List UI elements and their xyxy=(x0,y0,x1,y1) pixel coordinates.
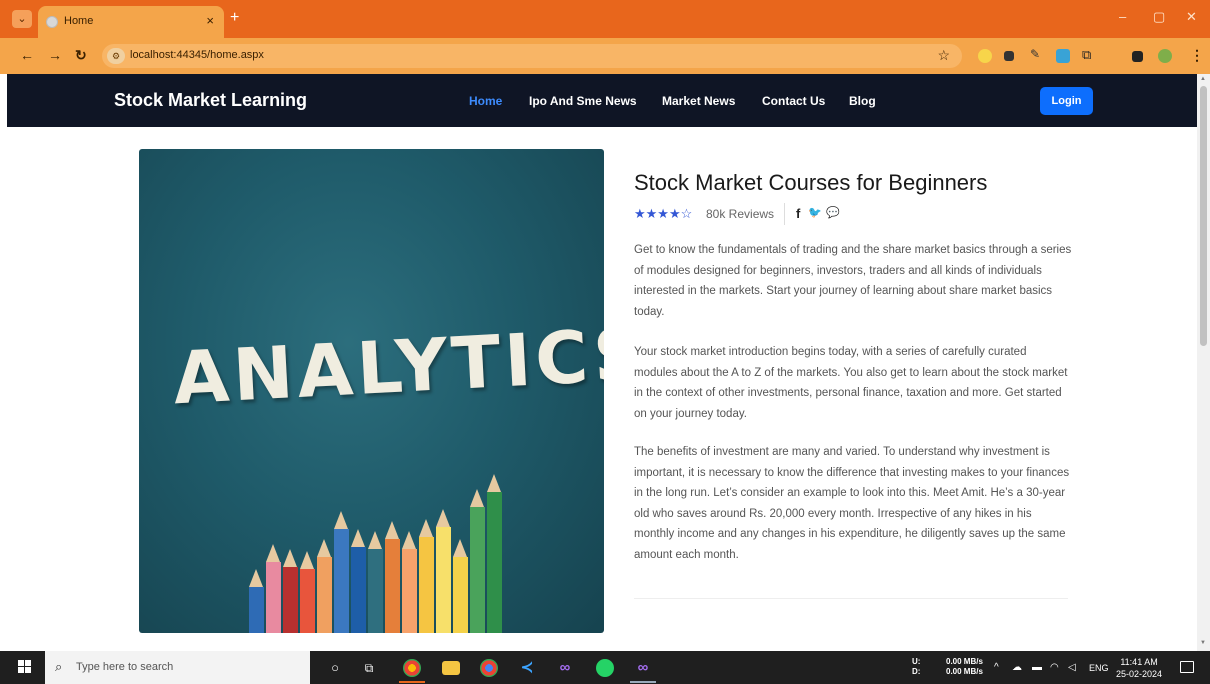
pencil xyxy=(470,489,485,633)
hero-image-word: ANALYTICS xyxy=(171,311,604,421)
visual-studio-2-icon[interactable]: ∞ xyxy=(634,659,652,677)
wifi-icon[interactable]: ◠ xyxy=(1050,662,1059,673)
taskbar-search-box[interactable]: ⌕ Type here to search xyxy=(45,651,310,684)
back-arrow-icon[interactable]: ← xyxy=(20,47,34,63)
vscode-icon[interactable]: ≺ xyxy=(518,659,536,677)
windows-start-icon[interactable] xyxy=(18,660,32,674)
extension-screen-icon[interactable] xyxy=(1004,51,1014,61)
chrome-profile-icon[interactable] xyxy=(480,659,498,677)
net-up-speed: 0.00 MB/s xyxy=(946,657,983,666)
pencil xyxy=(419,519,434,633)
net-up-label: U: xyxy=(912,657,921,666)
pencil xyxy=(402,531,417,633)
visual-studio-icon[interactable]: ∞ xyxy=(556,659,574,677)
rating-divider xyxy=(784,203,785,225)
pencil xyxy=(334,511,349,633)
chrome-icon[interactable] xyxy=(403,659,421,677)
whatsapp-icon[interactable] xyxy=(596,659,614,677)
sidebar-toggle-icon[interactable] xyxy=(1132,51,1143,62)
course-paragraph-1: Get to know the fundamentals of trading … xyxy=(634,244,1072,318)
net-down-speed: 0.00 MB/s xyxy=(946,667,983,676)
clock-date: 25-02-2024 xyxy=(1116,669,1163,679)
pencil xyxy=(283,549,298,633)
forward-arrow-icon[interactable]: → xyxy=(48,47,62,63)
login-button[interactable]: Login xyxy=(1040,87,1093,115)
clock-time: 11:41 AM xyxy=(1120,657,1158,667)
scroll-up-arrow-icon[interactable]: ▲ xyxy=(1200,76,1206,82)
browser-tab-home[interactable]: Home × xyxy=(38,6,224,38)
course-paragraph-2: Your stock market introduction begins to… xyxy=(634,346,1068,420)
notification-center-icon[interactable] xyxy=(1180,661,1194,673)
site-brand[interactable]: Stock Market Learning xyxy=(114,90,307,111)
reload-icon[interactable]: ↻ xyxy=(75,47,87,64)
scroll-thumb[interactable] xyxy=(1200,86,1207,346)
tray-chevron-up-icon[interactable]: ^ xyxy=(994,662,999,673)
windows-taskbar: ⌕ Type here to search ○ ⧉ ≺ ∞ ∞ U: D: 0.… xyxy=(0,651,1210,684)
extension-sun-icon[interactable] xyxy=(978,49,992,63)
new-tab-button[interactable]: + xyxy=(230,9,239,27)
pencil xyxy=(351,529,366,633)
taskbar-clock[interactable]: 11:41 AM 25-02-2024 xyxy=(1116,656,1162,680)
pencil xyxy=(300,551,315,633)
net-down-label: D: xyxy=(912,667,921,676)
nav-link-blog[interactable]: Blog xyxy=(849,94,876,108)
nav-link-contact-us[interactable]: Contact Us xyxy=(762,94,825,108)
rating-stars-icon: ★★★★☆ xyxy=(634,206,693,221)
pencil xyxy=(487,474,502,633)
bookmark-star-icon[interactable]: ☆ xyxy=(937,47,950,64)
minimize-button[interactable]: – xyxy=(1119,9,1126,24)
scroll-down-arrow-icon[interactable]: ▼ xyxy=(1200,640,1206,646)
cortana-circle-icon[interactable]: ○ xyxy=(326,659,344,677)
facebook-icon[interactable]: f xyxy=(796,206,800,221)
chrome-active-indicator xyxy=(399,681,425,683)
nav-link-home[interactable]: Home xyxy=(469,94,502,108)
browser-tab-bar: ⌄ Home × + – ▢ ✕ xyxy=(0,0,1210,38)
reviews-count[interactable]: 80k Reviews xyxy=(706,207,774,221)
course-title: Stock Market Courses for Beginners xyxy=(634,170,988,195)
extensions-puzzle-icon[interactable]: ⧉ xyxy=(1082,47,1096,62)
site-navbar: Stock Market Learning Home Ipo And Sme N… xyxy=(7,74,1197,127)
browser-toolbar: ← → ↻ ⚙ localhost:44345/home.aspx ☆ ✎ ⧉ … xyxy=(0,38,1210,74)
pencil xyxy=(266,544,281,633)
taskbar-search-placeholder[interactable]: Type here to search xyxy=(76,661,173,673)
search-icon: ⌕ xyxy=(55,659,63,674)
vs-active-indicator xyxy=(630,681,656,683)
maximize-button[interactable]: ▢ xyxy=(1153,9,1165,25)
nav-link-ipo-sme-news[interactable]: Ipo And Sme News xyxy=(529,94,637,108)
hero-analytics-image: ANALYTICS xyxy=(139,149,604,633)
url-text[interactable]: localhost:44345/home.aspx xyxy=(130,49,264,61)
language-indicator[interactable]: ENG xyxy=(1089,663,1109,673)
battery-icon[interactable]: ▬ xyxy=(1032,662,1042,673)
extension-pen-icon[interactable]: ✎ xyxy=(1030,47,1044,61)
pencil xyxy=(436,509,451,633)
course-paragraph-3: The benefits of investment are many and … xyxy=(634,446,1070,561)
tab-title: Home xyxy=(64,15,94,27)
pencil xyxy=(317,539,332,633)
profile-avatar-icon[interactable] xyxy=(1158,49,1172,63)
content-divider xyxy=(634,598,1068,599)
close-window-button[interactable]: ✕ xyxy=(1186,9,1197,25)
twitter-icon[interactable]: 🐦 xyxy=(808,206,822,219)
pencil xyxy=(385,521,400,633)
nav-link-market-news[interactable]: Market News xyxy=(662,94,735,108)
tab-close-icon[interactable]: × xyxy=(206,13,214,28)
onedrive-cloud-icon[interactable]: ☁ xyxy=(1012,662,1022,673)
pencil xyxy=(249,569,264,633)
file-explorer-icon[interactable] xyxy=(442,661,460,675)
browser-menu-icon[interactable]: ⋮ xyxy=(1190,47,1204,64)
volume-icon[interactable]: ◁ xyxy=(1068,662,1076,673)
site-info-icon[interactable]: ⚙ xyxy=(107,48,125,64)
extension-blue-icon[interactable] xyxy=(1056,49,1070,63)
address-bar[interactable]: ⚙ localhost:44345/home.aspx ☆ xyxy=(102,44,962,68)
tab-favicon-icon xyxy=(46,16,58,28)
page-scrollbar[interactable]: ▲ ▼ xyxy=(1197,74,1210,651)
message-icon[interactable]: 💬 xyxy=(826,206,840,219)
task-view-icon[interactable]: ⧉ xyxy=(360,659,378,677)
pencil xyxy=(453,539,468,633)
tab-search-menu-icon[interactable]: ⌄ xyxy=(12,10,32,28)
pencil xyxy=(368,531,383,633)
